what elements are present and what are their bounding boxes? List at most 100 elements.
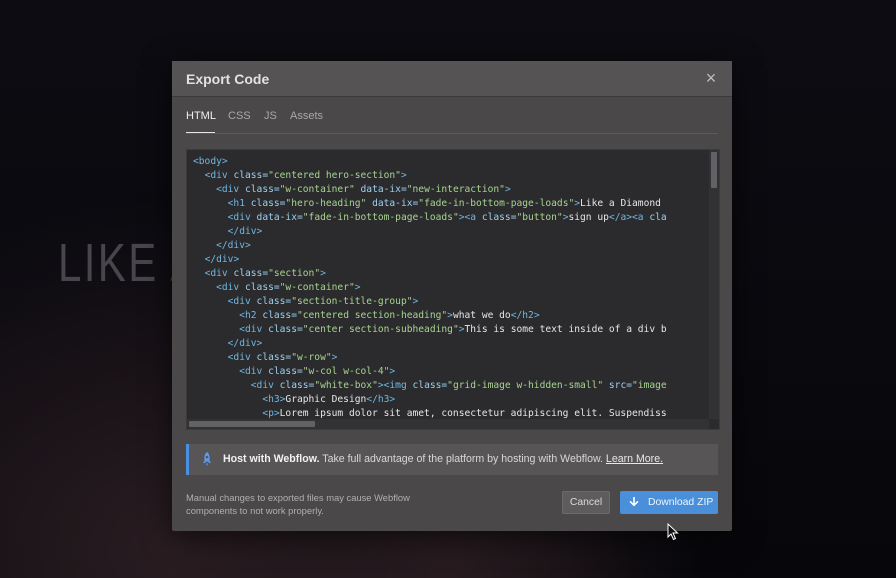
code-content: <body> <div class="centered hero-section… bbox=[193, 155, 707, 419]
code-token: <div bbox=[239, 366, 269, 377]
code-line: </div> bbox=[193, 239, 707, 253]
code-token: </div> bbox=[216, 240, 251, 251]
modal-header: Export Code × bbox=[172, 61, 732, 97]
code-token: <div bbox=[227, 296, 257, 307]
tab-css[interactable]: CSS bbox=[228, 110, 251, 122]
code-line: <div class="white-box"><img class="grid-… bbox=[193, 379, 707, 393]
code-token: Graphic Design bbox=[285, 394, 367, 405]
code-token: "section" bbox=[268, 268, 321, 279]
code-token: > bbox=[400, 170, 407, 181]
export-warning-note: Manual changes to exported files may cau… bbox=[186, 492, 410, 516]
code-token: class= bbox=[262, 310, 297, 321]
horizontal-scrollbar[interactable] bbox=[187, 419, 709, 429]
code-token: > bbox=[504, 184, 511, 195]
code-token: class= bbox=[481, 212, 517, 223]
code-token: sign up bbox=[568, 212, 609, 223]
download-zip-label: Download ZIP bbox=[648, 497, 714, 508]
code-token: data-ix= bbox=[256, 212, 303, 223]
code-token: <p> bbox=[262, 408, 280, 419]
code-token: Like a Diamond bbox=[580, 198, 661, 209]
tab-js[interactable]: JS bbox=[264, 110, 277, 122]
tab-assets[interactable]: Assets bbox=[290, 110, 323, 122]
code-line: <div class="center section-subheading">T… bbox=[193, 323, 707, 337]
code-token: > bbox=[320, 268, 326, 279]
vertical-scrollbar[interactable] bbox=[709, 150, 719, 419]
cancel-button[interactable]: Cancel bbox=[562, 491, 610, 514]
code-token: "image bbox=[632, 380, 667, 391]
code-line: <div class="section"> bbox=[193, 267, 707, 281]
code-token: <div bbox=[216, 184, 245, 195]
code-line: <div class="centered hero-section"> bbox=[193, 169, 707, 183]
code-token: <div bbox=[216, 282, 245, 293]
code-token: <body> bbox=[193, 156, 228, 167]
code-token: </h3> bbox=[366, 394, 396, 405]
download-zip-button[interactable]: Download ZIP bbox=[620, 491, 718, 514]
code-token: class= bbox=[233, 170, 269, 181]
code-token: > bbox=[354, 282, 361, 293]
export-code-modal: Export Code × HTML CSS JS Assets <body> … bbox=[172, 61, 732, 531]
vertical-scrollbar-thumb[interactable] bbox=[711, 152, 717, 188]
download-icon bbox=[629, 497, 639, 507]
code-token: "grid-image w-hidden-small" bbox=[447, 380, 604, 391]
code-line: <div class="w-row"> bbox=[193, 351, 707, 365]
code-line: <body> bbox=[193, 155, 707, 169]
code-token: class= bbox=[245, 282, 280, 293]
code-token: "white-box" bbox=[314, 380, 378, 391]
learn-more-link[interactable]: Learn More. bbox=[606, 453, 663, 465]
code-token: "w-row" bbox=[291, 352, 332, 363]
code-line: <div class="w-col w-col-4"> bbox=[193, 365, 707, 379]
code-viewer[interactable]: <body> <div class="centered hero-section… bbox=[186, 149, 720, 430]
code-token: class= bbox=[256, 352, 292, 363]
code-token: "center section-subheading" bbox=[302, 324, 459, 335]
code-line: </div> bbox=[193, 225, 707, 239]
code-token: > bbox=[389, 366, 396, 377]
code-token: ><img bbox=[377, 380, 413, 391]
code-token: class= bbox=[412, 380, 448, 391]
code-token: what we do bbox=[452, 310, 511, 321]
close-icon[interactable]: × bbox=[702, 67, 720, 89]
code-token: "w-container" bbox=[279, 282, 355, 293]
tabs-divider bbox=[186, 133, 718, 134]
code-token: class= bbox=[256, 296, 292, 307]
code-token: "section-title-group" bbox=[291, 296, 413, 307]
code-token: "fade-in-bottom-page-loads" bbox=[418, 198, 575, 209]
code-token: <h1 bbox=[227, 198, 251, 209]
code-token: "w-col w-col-4" bbox=[302, 366, 390, 377]
code-token: </div> bbox=[227, 226, 263, 237]
code-token: "fade-in-bottom-page-loads" bbox=[302, 212, 459, 223]
code-token: <div bbox=[227, 212, 257, 223]
code-token: <h2 bbox=[239, 310, 263, 321]
code-token: "centered section-heading" bbox=[296, 310, 448, 321]
code-token: This is some text inside of a div b bbox=[464, 324, 667, 335]
code-token: "w-container" bbox=[279, 184, 355, 195]
code-token: <div bbox=[227, 352, 257, 363]
code-line: <div class="w-container" data-ix="new-in… bbox=[193, 183, 707, 197]
code-token: <div bbox=[250, 380, 280, 391]
rocket-icon bbox=[203, 452, 211, 466]
modal-title: Export Code bbox=[186, 71, 270, 87]
code-token: data-ix= bbox=[360, 184, 407, 195]
code-token: </a><a bbox=[608, 212, 650, 223]
code-token: </h2> bbox=[510, 310, 540, 321]
code-line: <div data-ix="fade-in-bottom-page-loads"… bbox=[193, 211, 707, 225]
tab-html[interactable]: HTML bbox=[186, 110, 216, 122]
code-line: <p>Lorem ipsum dolor sit amet, consectet… bbox=[193, 407, 707, 419]
horizontal-scrollbar-thumb[interactable] bbox=[189, 421, 315, 427]
code-token: class= bbox=[245, 184, 280, 195]
code-token: </div> bbox=[204, 254, 240, 265]
code-token: > bbox=[331, 352, 338, 363]
code-line: <h3>Graphic Design</h3> bbox=[193, 393, 707, 407]
